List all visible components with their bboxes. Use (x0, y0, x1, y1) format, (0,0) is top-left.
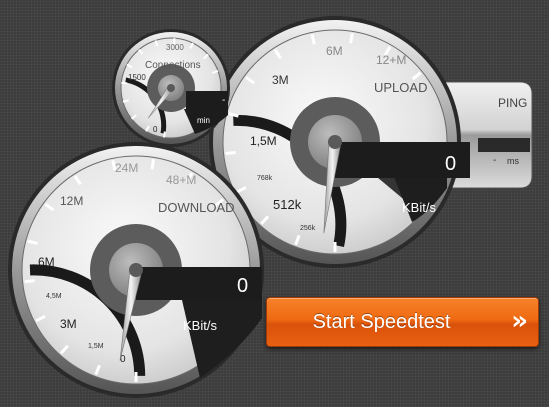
download-tick (24, 279, 35, 284)
download-label: DOWNLOAD (158, 200, 235, 215)
speedtest-widget: PING - ms 0 KBit/s UPLOAD 256k 512k 768k 1,… (0, 0, 549, 407)
start-speedtest-label: Start Speedtest (312, 311, 451, 333)
download-scale-label: 4,5M (46, 293, 62, 300)
upload-scale-label: 1,5M (250, 134, 277, 148)
download-scale-label: 1,5M (88, 343, 104, 350)
download-scale-label: 24M (115, 161, 138, 175)
connections-label: Connections (145, 60, 201, 71)
download-unit: KBit/s (183, 318, 217, 333)
download-value: 0 (237, 275, 248, 297)
connections-scale-label: 1500 (128, 73, 146, 82)
download-scale-label: 48+M (166, 173, 196, 187)
connections-scale-label: 0 (153, 125, 158, 134)
upload-scale-label: 512k (273, 197, 302, 212)
upload-unit: KBit/s (402, 200, 436, 215)
upload-tick (225, 150, 236, 155)
upload-scale-label: 12+M (376, 53, 406, 67)
download-tick (150, 159, 156, 170)
upload-scale-label: 768k (257, 175, 273, 182)
double-chevron-right-icon: » (511, 306, 528, 336)
upload-scale-label: 256k (300, 225, 316, 232)
download-scale-label: 3M (60, 317, 77, 331)
ping-value: - (493, 155, 496, 166)
upload-value: 0 (445, 153, 456, 175)
download-scale-label: 12M (60, 194, 83, 208)
upload-scale-label: 6M (326, 44, 343, 58)
connections-unit: min (197, 116, 210, 125)
upload-tick (310, 34, 316, 45)
connections-value: - (222, 95, 225, 106)
connections-gauge: - min Connections 0 1500 3000 (112, 29, 230, 147)
ping-unit: ms (507, 156, 519, 166)
start-speedtest-button[interactable]: Start Speedtest » (266, 297, 539, 347)
ping-label: PING (498, 96, 527, 110)
download-gauge: 0 KBit/s DOWNLOAD 01,5M3M4,5M6M12M24M48+… (8, 142, 264, 398)
download-scale-label: 6M (38, 255, 55, 269)
upload-tick (349, 33, 354, 44)
connections-tick (121, 81, 128, 85)
connections-tick (163, 131, 166, 138)
upload-label: UPLOAD (374, 80, 427, 95)
upload-scale-label: 3M (272, 73, 289, 87)
connections-scale-label: 3000 (166, 43, 184, 52)
